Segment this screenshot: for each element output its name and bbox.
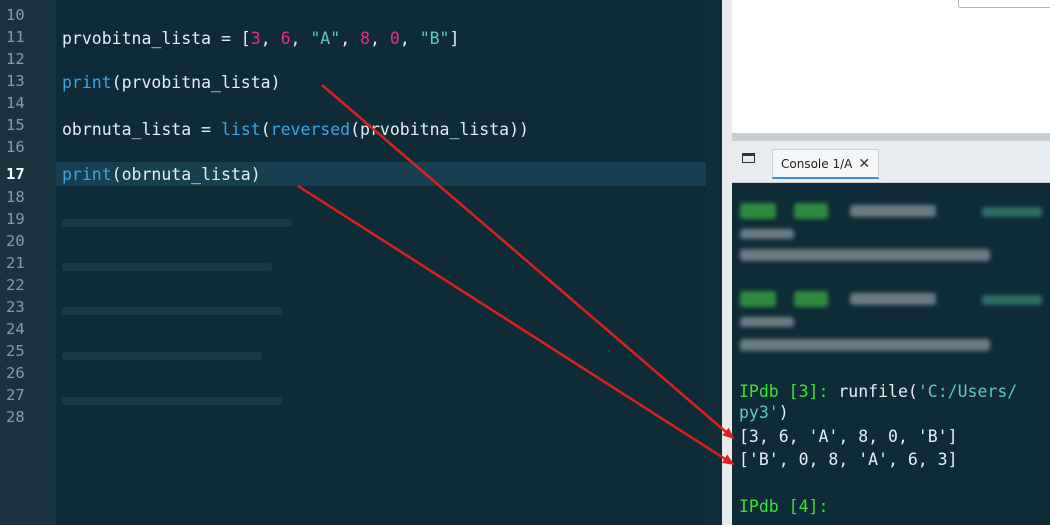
line-number: 22 [6,276,25,294]
code-token: print [62,73,112,92]
line-number: 28 [6,408,25,426]
obscured-output [740,339,990,351]
line-number: 12 [6,50,25,68]
code-token: 6 [280,29,291,48]
code-token: obrnuta_lista = [62,120,221,139]
line-number: 21 [6,254,25,272]
close-icon[interactable]: ✕ [858,156,870,172]
console-command: runfile( [838,382,918,401]
obscured-output [982,295,1042,305]
obscured-output [740,203,776,219]
console-tab-bar: Console 1/A ✕ [732,141,1050,183]
obscured-output [740,291,776,307]
code-token: (prvobitna_lista) [111,73,281,92]
pane-splitter[interactable] [722,0,732,525]
line-number: 14 [6,94,25,112]
line-number: 26 [6,364,25,382]
console-input-prompt[interactable]: IPdb [4]: [739,496,828,518]
console-output-2: ['B', 0, 8, 'A', 6, 3] [739,450,958,469]
code-token: , [399,29,420,48]
line-number-active: 17 [6,165,25,183]
console-prompt: ]: [808,382,839,401]
obscured-output [740,229,794,239]
code-token: , [370,29,390,48]
pane-input-box[interactable] [958,0,1050,8]
code-token: prvobitna_lista = [ [62,29,251,48]
console-path: py3' [739,403,779,422]
pane-separator[interactable] [732,133,1050,141]
code-token: , [260,29,281,48]
obscured-output [850,293,936,305]
code-token: reversed [270,120,351,139]
app-window: 10 11 12 13 14 15 16 17 18 19 20 21 22 2… [0,0,1050,525]
line-number: 10 [6,6,25,24]
code-token: , [290,29,311,48]
code-token: , [340,29,361,48]
code-line-13[interactable]: print(prvobitna_lista) [62,72,281,94]
line-number: 18 [6,188,25,206]
line-number: 13 [6,72,25,90]
code-editor[interactable]: 10 11 12 13 14 15 16 17 18 19 20 21 22 2… [0,0,722,525]
code-token: (obrnuta_lista) [111,165,261,184]
code-token: "B" [419,29,450,48]
code-line-17[interactable]: print(obrnuta_lista) [62,164,261,186]
window-icon[interactable] [742,153,755,163]
code-token: list [220,120,261,139]
code-token: print [62,165,112,184]
line-number: 25 [6,342,25,360]
obscured-output [850,205,936,217]
console-prompt: IPdb [ [739,382,799,401]
editor-scrollbar[interactable] [706,0,722,525]
console-run-line-cont: py3') [739,402,789,424]
obscured-output [794,291,828,307]
obscured-output [740,249,990,261]
line-number: 11 [6,28,25,46]
code-token: ] [449,29,460,48]
console-command: ) [778,403,789,422]
line-number: 16 [6,138,25,156]
obscured-output [982,207,1042,217]
obscured-code [62,263,272,271]
line-number-gutter: 10 11 12 13 14 15 16 17 18 19 20 21 22 2… [0,0,56,525]
line-number: 24 [6,320,25,338]
ipython-console[interactable]: IPdb [3]: runfile('C:/Users/ py3') [3, 6… [732,183,1050,525]
console-prompt-number: 4 [798,497,809,516]
line-number: 23 [6,298,25,316]
obscured-code [62,219,292,227]
code-token: 8 [360,29,370,48]
console-output-1: [3, 6, 'A', 8, 0, 'B'] [739,427,958,446]
line-number: 20 [6,232,25,250]
code-token: "A" [310,29,341,48]
top-right-pane [732,0,1050,133]
console-run-line: IPdb [3]: runfile('C:/Users/ [739,381,1017,403]
code-token: ( [260,120,271,139]
obscured-code [62,397,282,405]
console-path: 'C:/Users/ [917,382,1018,401]
code-token: (prvobitna_lista)) [350,120,529,139]
console-prompt: IPdb [ [739,497,799,516]
console-prompt: ]: [808,497,829,516]
line-number: 19 [6,210,25,228]
line-number: 27 [6,386,25,404]
code-token: 3 [250,29,261,48]
code-line-15[interactable]: obrnuta_lista = list(reversed(prvobitna_… [62,119,529,141]
tab-console[interactable]: Console 1/A ✕ [772,149,880,179]
code-line-11[interactable]: prvobitna_lista = [3, 6, "A", 8, 0, "B"] [62,28,459,50]
obscured-output [794,203,828,219]
code-token: 0 [389,29,400,48]
console-prompt-number: 3 [798,382,809,401]
line-number: 15 [6,116,25,134]
obscured-code [62,307,282,315]
obscured-output [740,317,794,327]
obscured-code [62,352,262,360]
tab-label: Console 1/A [781,156,853,171]
